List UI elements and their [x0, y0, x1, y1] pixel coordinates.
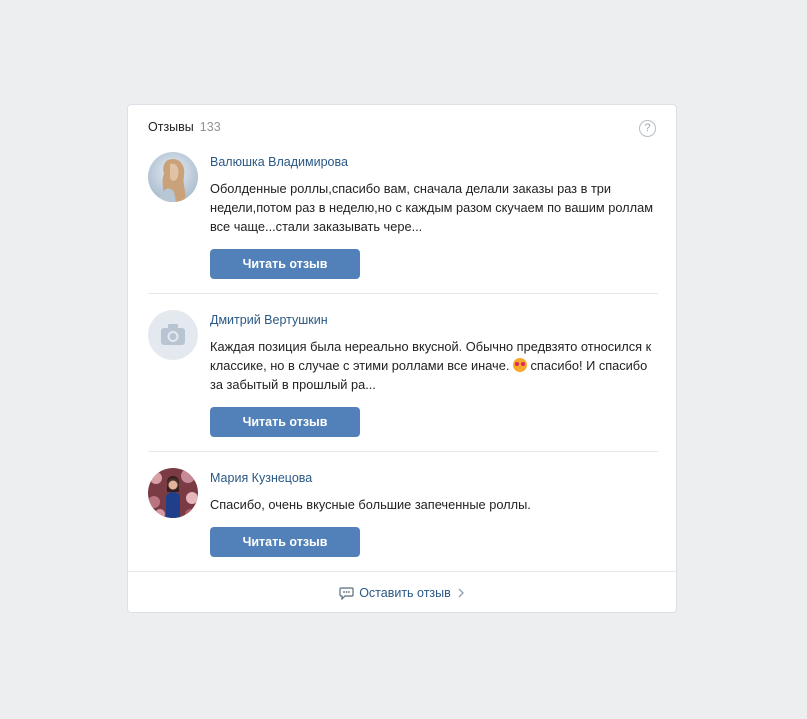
- widget-title[interactable]: Отзывы: [148, 120, 194, 134]
- review-author[interactable]: Дмитрий Вертушкин: [210, 313, 328, 327]
- avatar[interactable]: [148, 310, 198, 360]
- avatar[interactable]: [148, 468, 198, 518]
- comment-icon: [339, 586, 354, 600]
- review-item: Валюшка Владимирова Оболденные роллы,спа…: [148, 152, 658, 280]
- avatar[interactable]: [148, 152, 198, 202]
- read-review-button[interactable]: Читать отзыв: [210, 249, 360, 279]
- review-item: Дмитрий Вертушкин Каждая позиция была не…: [148, 310, 658, 438]
- divider: [148, 293, 658, 294]
- chevron-right-icon: [458, 588, 464, 598]
- divider: [148, 451, 658, 452]
- review-text: Спасибо, очень вкусные большие запеченны…: [210, 497, 531, 512]
- leave-review-label: Оставить отзыв: [359, 586, 451, 600]
- leave-review-link[interactable]: Оставить отзыв: [339, 572, 465, 614]
- question-circle-icon[interactable]: ?: [639, 120, 656, 137]
- review-author[interactable]: Мария Кузнецова: [210, 471, 312, 485]
- review-text: Каждая позиция была нереально вкусной. О…: [210, 337, 658, 394]
- reviews-count: 133: [199, 120, 221, 134]
- review-item: Мария Кузнецова Спасибо, очень вкусные б…: [148, 468, 658, 558]
- heart-eyes-emoji-icon: [512, 358, 527, 372]
- review-text: Оболденные роллы,спасибо вам, сначала де…: [210, 181, 654, 234]
- widget-header: Отзывы 133 ?: [148, 120, 656, 138]
- widget-footer: Оставить отзыв: [128, 572, 676, 614]
- read-review-button[interactable]: Читать отзыв: [210, 407, 360, 437]
- camera-icon: [161, 324, 185, 345]
- reviews-widget: Отзывы 133 ? Валюшка Владимирова Оболденн…: [127, 104, 677, 613]
- read-review-button[interactable]: Читать отзыв: [210, 527, 360, 557]
- review-author[interactable]: Валюшка Владимирова: [210, 155, 348, 169]
